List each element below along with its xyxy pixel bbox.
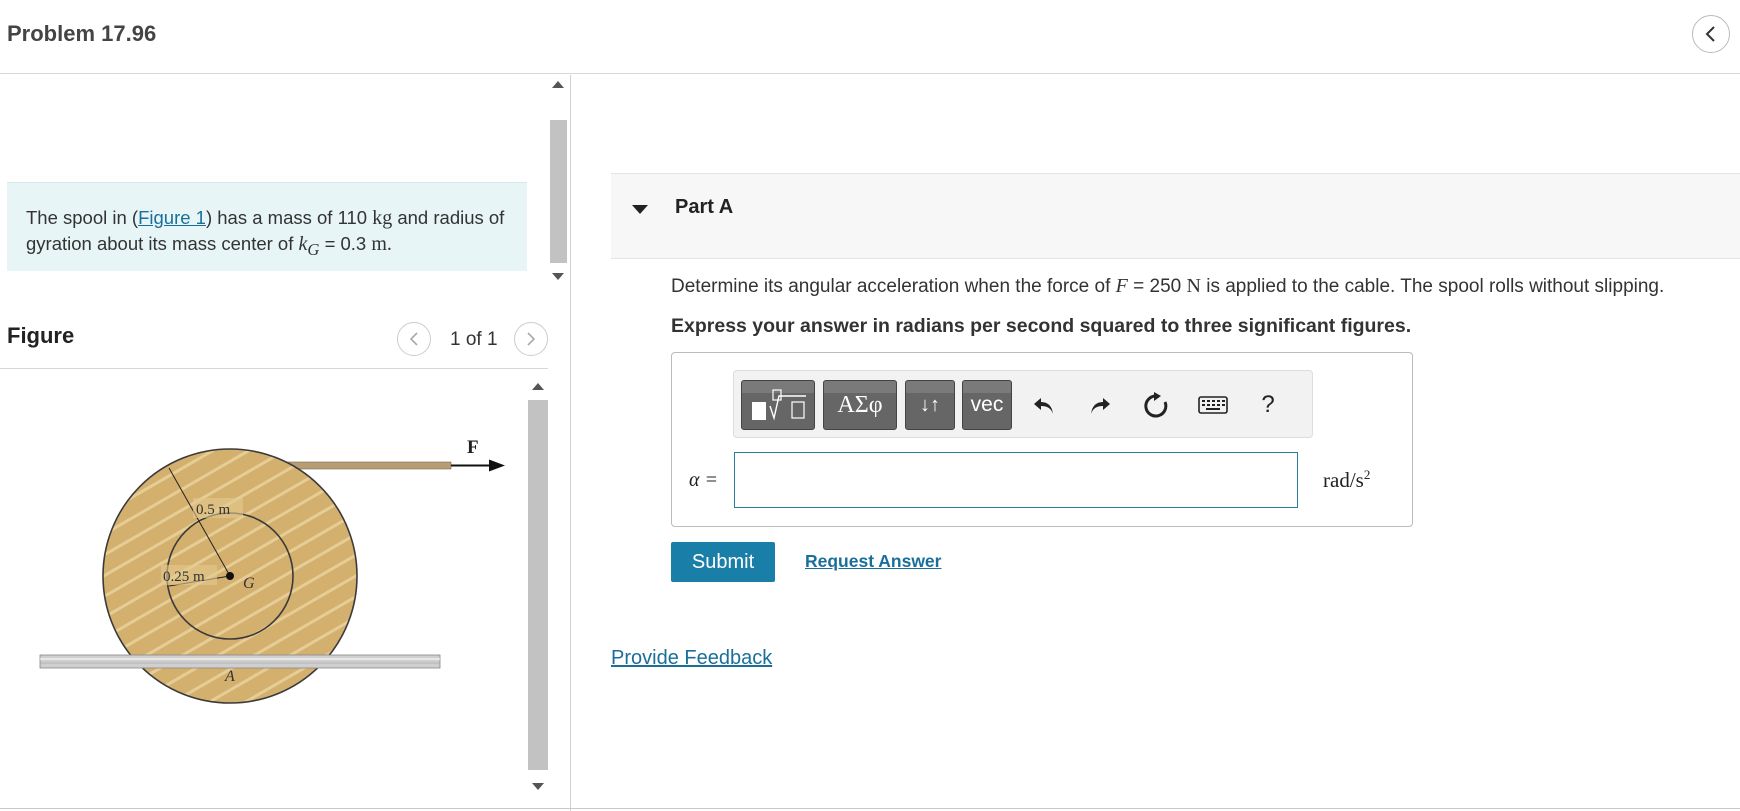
answer-input[interactable] (734, 452, 1298, 508)
provide-feedback-link[interactable]: Provide Feedback (611, 647, 772, 670)
chevron-left-icon (1705, 26, 1715, 42)
scroll-up-arrow-icon[interactable] (532, 383, 544, 390)
figure-heading: Figure (7, 323, 75, 348)
undo-icon (1034, 398, 1053, 414)
problem-intro: The spool in (Figure 1) has a mass of 11… (7, 182, 527, 271)
chevron-right-icon (527, 332, 536, 346)
figure-divider (0, 368, 548, 369)
subscript-superscript-button[interactable]: ↓↑ (905, 380, 955, 430)
instruction-text: Express your answer in radians per secon… (671, 315, 1412, 337)
bottom-divider (0, 808, 1740, 809)
figure-link[interactable]: Figure 1 (138, 207, 206, 228)
problem-intro-text: The spool in (Figure 1) has a mass of 11… (26, 207, 505, 259)
chevron-left-icon (409, 332, 418, 346)
figure-count: 1 of 1 (450, 329, 498, 350)
center-label: G (243, 575, 255, 592)
greek-symbols-button[interactable]: ΑΣφ (823, 380, 897, 430)
part-a-header[interactable]: Part A (611, 173, 1740, 259)
outer-radius-label: 0.5 m (196, 502, 231, 518)
spool-diagram: F 0.5 m 0.25 m G A (39, 437, 505, 704)
answer-variable: α = (689, 469, 718, 491)
help-button[interactable]: ? (1248, 383, 1288, 427)
scroll-up-arrow-icon[interactable] (552, 81, 564, 88)
part-title: Part A (675, 196, 734, 218)
reset-button[interactable] (1136, 383, 1176, 427)
inner-radius-label: 0.25 m (163, 569, 205, 585)
scroll-down-arrow-icon[interactable] (552, 273, 564, 280)
scrollbar-thumb[interactable] (550, 120, 567, 263)
ground (39, 654, 441, 669)
redo-button[interactable] (1080, 383, 1120, 427)
templates-icon (752, 389, 806, 421)
undo-button[interactable] (1024, 383, 1064, 427)
figure-prev-button[interactable] (397, 322, 431, 356)
mass-center-dot (226, 572, 234, 580)
reset-icon (1144, 392, 1168, 418)
caret-down-icon[interactable] (632, 205, 648, 214)
answer-box: ΑΣφ ↓↑ vec ? α = rad/s2 (671, 352, 1413, 527)
keyboard-icon (1198, 396, 1228, 414)
keyboard-button[interactable] (1193, 383, 1233, 427)
spool-figure: F 0.5 m 0.25 m G A (7, 372, 527, 802)
redo-icon (1091, 398, 1110, 414)
page-title: Problem 17.96 (7, 21, 157, 46)
answer-unit: rad/s2 (1323, 467, 1371, 492)
question-text: Determine its angular acceleration when … (671, 275, 1665, 297)
contact-label: A (224, 668, 235, 685)
header: Problem 17.96 (0, 0, 1740, 74)
force-arrow-icon (489, 459, 505, 472)
collapse-panel-button[interactable] (1692, 15, 1730, 53)
vector-button[interactable]: vec (962, 380, 1012, 430)
left-pane: The spool in (Figure 1) has a mass of 11… (0, 75, 571, 811)
scrollbar-thumb[interactable] (528, 400, 548, 770)
math-toolbar: ΑΣφ ↓↑ vec ? (733, 370, 1313, 438)
figure-next-button[interactable] (514, 322, 548, 356)
intro-scrollbar[interactable] (548, 77, 568, 290)
force-label: F (467, 437, 479, 458)
submit-button[interactable]: Submit (671, 542, 775, 582)
figure-scrollbar[interactable] (528, 375, 548, 795)
request-answer-link[interactable]: Request Answer (805, 551, 941, 572)
templates-button[interactable] (741, 380, 815, 430)
scroll-down-arrow-icon[interactable] (532, 783, 544, 790)
